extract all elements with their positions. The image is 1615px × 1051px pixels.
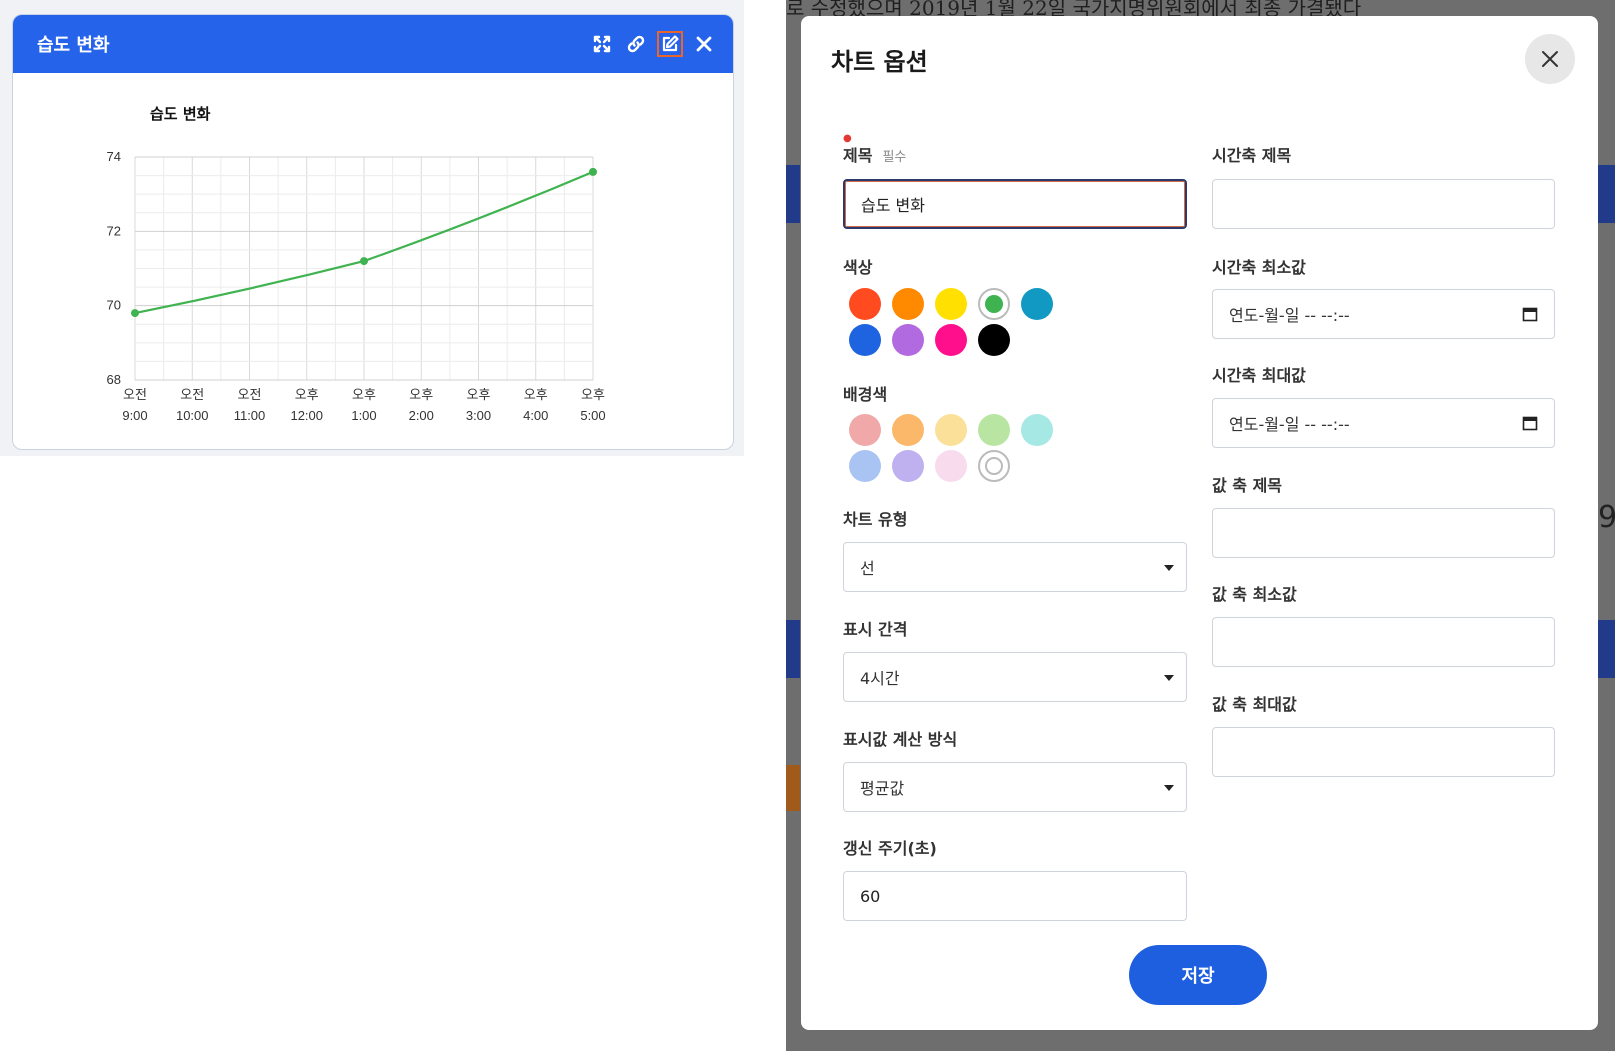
chart-options-modal: 차트 옵션 ● 제목필수 색상 배경색 차트 유형 선 표시 간격 4시간 표시… xyxy=(801,16,1598,1030)
background-strip xyxy=(786,620,800,678)
data-point xyxy=(131,309,139,318)
background-strip xyxy=(1598,620,1615,678)
x-tick-label: 오후 xyxy=(467,387,491,402)
background-swatch[interactable] xyxy=(935,450,967,482)
color-swatch[interactable] xyxy=(1021,288,1053,320)
refresh-input[interactable] xyxy=(843,871,1187,921)
time-axis-min-label: 시간축 최소값 xyxy=(1212,258,1306,277)
time-axis-max-input[interactable]: 연도-월-일 -- --:-- xyxy=(1212,398,1555,448)
value-axis-title-input[interactable] xyxy=(1212,508,1555,558)
calendar-icon[interactable] xyxy=(1522,306,1538,322)
close-icon[interactable] xyxy=(691,31,717,57)
widget-header: 습도 변화 xyxy=(13,15,733,73)
chart-type-value: 선 xyxy=(860,559,875,578)
chevron-down-icon xyxy=(1164,565,1174,571)
x-tick-label: 오전 xyxy=(180,387,204,402)
title-label: 제목 필수 xyxy=(843,142,906,166)
calc-method-label: 표시값 계산 방식 xyxy=(843,730,958,749)
data-point xyxy=(360,257,368,266)
close-button[interactable] xyxy=(1525,34,1575,84)
color-swatch[interactable] xyxy=(935,288,967,320)
color-swatch[interactable] xyxy=(978,288,1010,320)
time-axis-min-input[interactable]: 연도-월-일 -- --:-- xyxy=(1212,289,1555,339)
title-label-text: 제목 xyxy=(843,146,873,165)
edit-icon[interactable] xyxy=(657,31,683,57)
y-tick-label: 74 xyxy=(107,149,121,164)
value-axis-title-label: 값 축 제목 xyxy=(1212,476,1283,495)
interval-value: 4시간 xyxy=(860,669,900,688)
x-tick-label: 오후 xyxy=(524,387,548,402)
background-swatch[interactable] xyxy=(892,414,924,446)
color-swatch[interactable] xyxy=(892,288,924,320)
background-swatch[interactable] xyxy=(849,450,881,482)
background-swatch[interactable] xyxy=(892,450,924,482)
value-axis-max-input[interactable] xyxy=(1212,727,1555,777)
value-axis-min-label: 값 축 최소값 xyxy=(1212,585,1297,604)
data-point xyxy=(589,167,597,176)
x-tick-label: 4:00 xyxy=(523,408,548,423)
expand-icon[interactable] xyxy=(589,31,615,57)
x-tick-label: 1:00 xyxy=(351,408,376,423)
x-tick-label: 11:00 xyxy=(234,408,266,423)
x-tick-label: 9:00 xyxy=(122,408,147,423)
background-swatch[interactable] xyxy=(935,414,967,446)
title-input[interactable] xyxy=(843,179,1187,229)
chevron-down-icon xyxy=(1164,675,1174,681)
time-axis-title-input[interactable] xyxy=(1212,179,1555,229)
color-label: 색상 xyxy=(843,258,873,277)
y-tick-label: 70 xyxy=(107,298,121,313)
save-button[interactable]: 저장 xyxy=(1129,945,1267,1005)
background-swatch[interactable] xyxy=(849,414,881,446)
background-swatch[interactable] xyxy=(978,414,1010,446)
chevron-down-icon xyxy=(1164,785,1174,791)
time-axis-max-label: 시간축 최대값 xyxy=(1212,366,1306,385)
x-tick-label: 10:00 xyxy=(176,408,209,423)
color-swatch[interactable] xyxy=(935,324,967,356)
color-swatch[interactable] xyxy=(892,324,924,356)
background-color-label: 배경색 xyxy=(843,385,888,404)
interval-select[interactable]: 4시간 xyxy=(843,652,1187,702)
y-tick-label: 68 xyxy=(107,372,121,387)
y-tick-label: 72 xyxy=(107,223,121,238)
background-strip xyxy=(1598,165,1615,223)
time-axis-title-label: 시간축 제목 xyxy=(1212,146,1292,165)
calc-method-value: 평균값 xyxy=(860,779,905,798)
calendar-icon[interactable] xyxy=(1522,415,1538,431)
background-strip xyxy=(786,165,800,223)
link-icon[interactable] xyxy=(623,31,649,57)
x-tick-label: 오후 xyxy=(581,387,605,402)
refresh-label: 갱신 주기(초) xyxy=(843,839,937,858)
x-tick-label: 오후 xyxy=(352,387,376,402)
x-tick-label: 5:00 xyxy=(580,408,605,423)
x-tick-label: 오후 xyxy=(295,387,319,402)
humidity-line-chart: 68 70 72 74 오전 9:00 오전 10:00 오전 11:00 오후 12:00 오후 1:0… xyxy=(107,149,606,423)
x-tick-label: 오전 xyxy=(123,387,147,402)
close-icon xyxy=(1542,51,1558,67)
widget-title: 습도 변화 xyxy=(37,35,110,56)
background-strip xyxy=(786,765,800,811)
interval-label: 표시 간격 xyxy=(843,620,908,639)
x-tick-label: 2:00 xyxy=(409,408,434,423)
time-axis-max-value: 연도-월-일 -- --:-- xyxy=(1229,415,1350,434)
color-swatch[interactable] xyxy=(978,324,1010,356)
background-swatch[interactable] xyxy=(1021,414,1053,446)
chart-type-label: 차트 유형 xyxy=(843,510,908,529)
chart-type-select[interactable]: 선 xyxy=(843,542,1187,592)
color-swatch[interactable] xyxy=(849,288,881,320)
x-tick-label: 오전 xyxy=(238,387,262,402)
color-swatch[interactable] xyxy=(849,324,881,356)
x-tick-label: 12:00 xyxy=(290,408,323,423)
x-tick-label: 오후 xyxy=(409,387,433,402)
value-axis-max-label: 값 축 최대값 xyxy=(1212,695,1297,714)
time-axis-min-value: 연도-월-일 -- --:-- xyxy=(1229,306,1350,325)
calc-method-select[interactable]: 평균값 xyxy=(843,762,1187,812)
modal-title: 차트 옵션 xyxy=(831,48,928,76)
required-text: 필수 xyxy=(882,150,907,165)
x-tick-label: 3:00 xyxy=(466,408,491,423)
background-char: 9 xyxy=(1598,500,1615,535)
widget-toolbar xyxy=(589,31,717,57)
background-swatch-none[interactable] xyxy=(978,450,1010,482)
chart-widget: 습도 변화 습도 변화 68 70 72 74 오전 9:00 오전 10:00… xyxy=(12,14,734,450)
value-axis-min-input[interactable] xyxy=(1212,617,1555,667)
